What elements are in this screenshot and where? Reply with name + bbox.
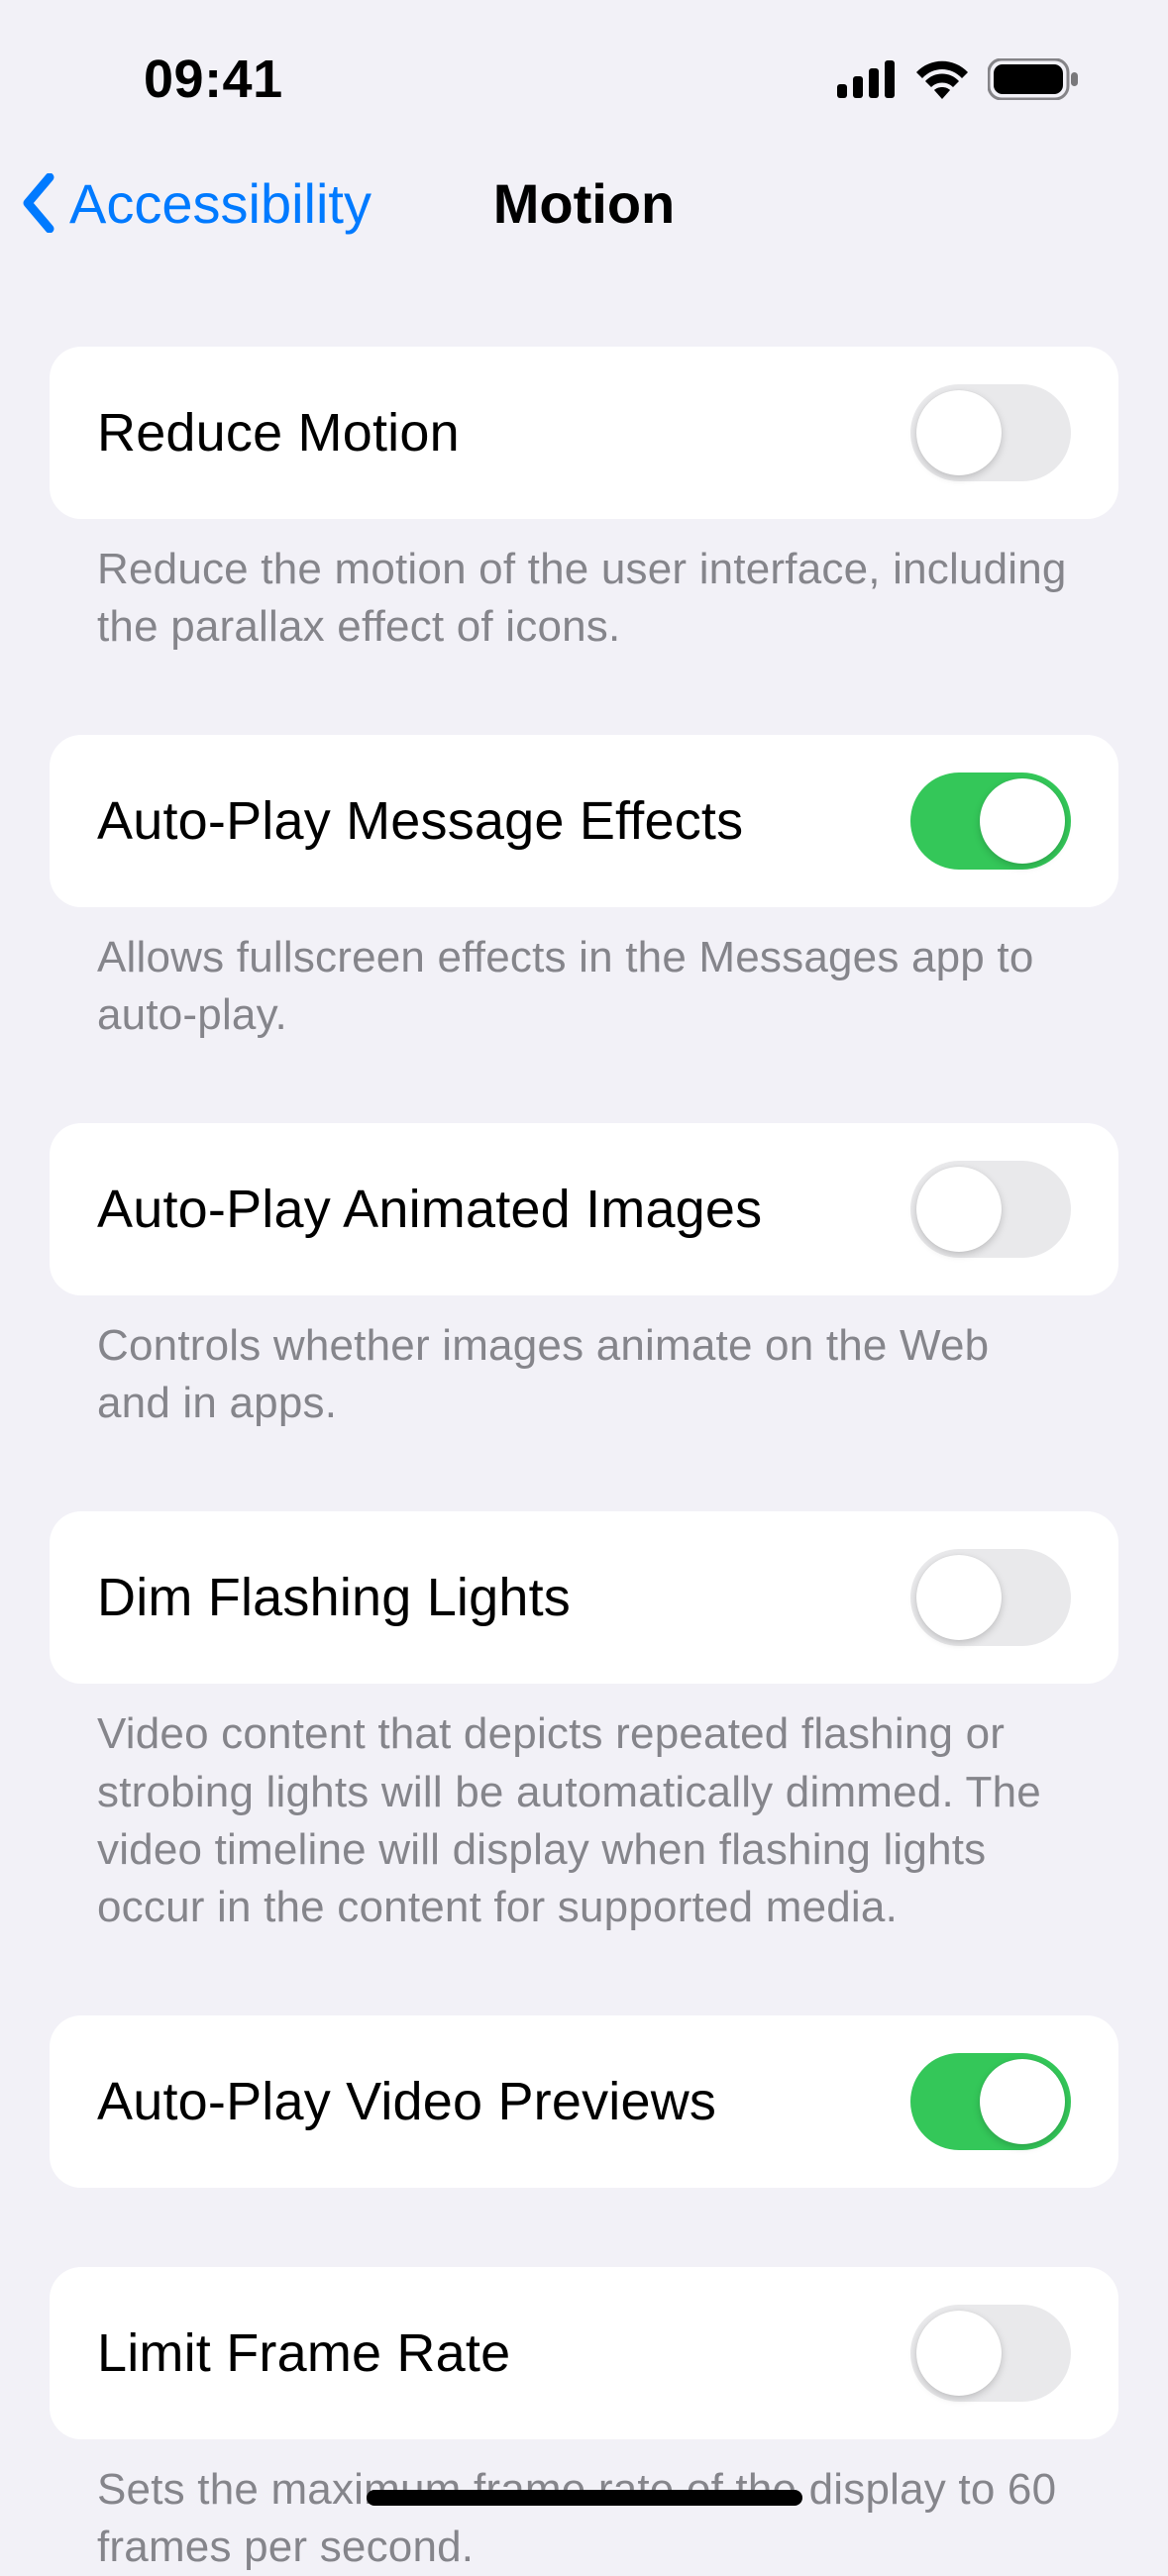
cell-dim-flashing-lights[interactable]: Dim Flashing Lights bbox=[50, 1511, 1118, 1684]
switch-limit-frame-rate[interactable] bbox=[910, 2305, 1071, 2402]
switch-knob bbox=[916, 390, 1002, 475]
nav-bar: Accessibility Motion bbox=[0, 129, 1168, 277]
switch-knob bbox=[916, 1167, 1002, 1252]
switch-knob bbox=[980, 778, 1065, 864]
switch-knob bbox=[980, 2059, 1065, 2144]
cell-reduce-motion[interactable]: Reduce Motion bbox=[50, 347, 1118, 519]
back-label: Accessibility bbox=[69, 171, 372, 236]
status-icons bbox=[837, 29, 1109, 100]
group-dim-flashing-lights: Dim Flashing Lights Video content that d… bbox=[50, 1511, 1118, 1935]
cell-label: Auto-Play Video Previews bbox=[97, 2071, 716, 2132]
content: Reduce Motion Reduce the motion of the u… bbox=[0, 347, 1168, 2576]
cell-limit-frame-rate[interactable]: Limit Frame Rate bbox=[50, 2267, 1118, 2439]
switch-knob bbox=[916, 1555, 1002, 1640]
footer-reduce-motion: Reduce the motion of the user interface,… bbox=[50, 519, 1118, 656]
cell-autoplay-video-previews[interactable]: Auto-Play Video Previews bbox=[50, 2015, 1118, 2188]
switch-autoplay-video-previews[interactable] bbox=[910, 2053, 1071, 2150]
cell-autoplay-message-effects[interactable]: Auto-Play Message Effects bbox=[50, 735, 1118, 907]
status-time: 09:41 bbox=[0, 19, 283, 110]
group-autoplay-animated-images: Auto-Play Animated Images Controls wheth… bbox=[50, 1123, 1118, 1432]
status-bar: 09:41 bbox=[0, 0, 1168, 129]
switch-autoplay-message-effects[interactable] bbox=[910, 773, 1071, 870]
home-indicator bbox=[367, 2490, 802, 2506]
switch-knob bbox=[916, 2311, 1002, 2396]
cell-label: Limit Frame Rate bbox=[97, 2322, 510, 2384]
group-limit-frame-rate: Limit Frame Rate Sets the maximum frame … bbox=[50, 2267, 1118, 2576]
cell-autoplay-animated-images[interactable]: Auto-Play Animated Images bbox=[50, 1123, 1118, 1295]
switch-autoplay-animated-images[interactable] bbox=[910, 1161, 1071, 1258]
chevron-left-icon bbox=[20, 173, 59, 233]
switch-reduce-motion[interactable] bbox=[910, 384, 1071, 481]
battery-icon bbox=[988, 58, 1079, 100]
footer-autoplay-animated-images: Controls whether images animate on the W… bbox=[50, 1295, 1118, 1432]
group-reduce-motion: Reduce Motion Reduce the motion of the u… bbox=[50, 347, 1118, 656]
back-button[interactable]: Accessibility bbox=[0, 171, 372, 236]
footer-dim-flashing-lights: Video content that depicts repeated flas… bbox=[50, 1684, 1118, 1935]
footer-limit-frame-rate: Sets the maximum frame rate of the displ… bbox=[50, 2439, 1118, 2576]
cellular-icon bbox=[837, 60, 897, 98]
group-autoplay-video-previews: Auto-Play Video Previews bbox=[50, 2015, 1118, 2188]
cell-label: Reduce Motion bbox=[97, 402, 460, 464]
group-autoplay-message-effects: Auto-Play Message Effects Allows fullscr… bbox=[50, 735, 1118, 1044]
switch-dim-flashing-lights[interactable] bbox=[910, 1549, 1071, 1646]
cell-label: Auto-Play Message Effects bbox=[97, 790, 743, 852]
cell-label: Auto-Play Animated Images bbox=[97, 1179, 762, 1240]
wifi-icon bbox=[914, 59, 970, 99]
cell-label: Dim Flashing Lights bbox=[97, 1567, 571, 1628]
footer-autoplay-message-effects: Allows fullscreen effects in the Message… bbox=[50, 907, 1118, 1044]
